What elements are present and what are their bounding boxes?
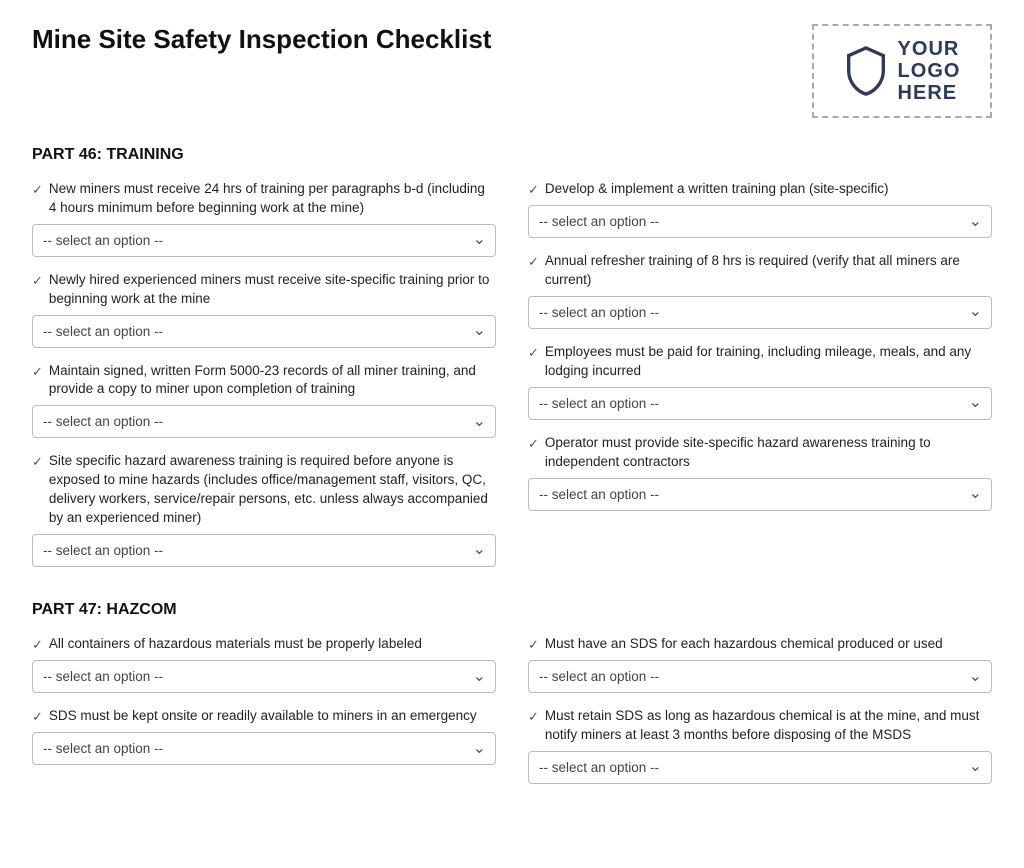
select-wrapper-p47_3: -- select an option --CompliantNon-Compl… [32,732,496,765]
item-label-p47_1: ✓ All containers of hazardous materials m… [32,635,496,654]
section-part47: PART 47: HAZCOM ✓ All containers of hazard… [32,601,992,798]
chevron-icon-p46_2: ✓ [528,181,539,199]
select-wrapper-p46_8: -- select an option --CompliantNon-Compl… [528,478,992,511]
chevron-icon-p47_1: ✓ [32,636,43,654]
select-p46_7[interactable]: -- select an option --CompliantNon-Compl… [32,534,496,567]
label-text-p46_5: Maintain signed, written Form 5000-23 re… [49,362,496,400]
page-title: Mine Site Safety Inspection Checklist [32,24,491,55]
item-label-p47_4: ✓ Must retain SDS as long as hazardous ch… [528,707,992,745]
select-p46_2[interactable]: -- select an option --CompliantNon-Compl… [528,205,992,238]
left-col-part47: ✓ All containers of hazardous materials m… [32,635,496,798]
select-p46_8[interactable]: -- select an option --CompliantNon-Compl… [528,478,992,511]
item-label-p47_3: ✓ SDS must be kept onsite or readily avai… [32,707,496,726]
section-title-part47: PART 47: HAZCOM [32,601,992,619]
chevron-icon-p46_6: ✓ [528,344,539,362]
label-text-p46_2: Develop & implement a written training p… [545,180,992,199]
select-wrapper-p47_2: -- select an option --CompliantNon-Compl… [528,660,992,693]
item-label-p46_5: ✓ Maintain signed, written Form 5000-23 r… [32,362,496,400]
checklist-item-p46_8: ✓ Operator must provide site-specific haz… [528,434,992,511]
checklist-item-p47_1: ✓ All containers of hazardous materials m… [32,635,496,693]
label-text-p46_8: Operator must provide site-specific haza… [545,434,992,472]
item-label-p46_4: ✓ Annual refresher training of 8 hrs is r… [528,252,992,290]
chevron-icon-p47_2: ✓ [528,636,539,654]
item-label-p46_2: ✓ Develop & implement a written training … [528,180,992,199]
chevron-icon-p46_8: ✓ [528,435,539,453]
select-wrapper-p46_6: -- select an option --CompliantNon-Compl… [528,387,992,420]
chevron-icon-p47_4: ✓ [528,708,539,726]
label-text-p47_4: Must retain SDS as long as hazardous che… [545,707,992,745]
item-label-p47_2: ✓ Must have an SDS for each hazardous che… [528,635,992,654]
logo-text: YOURLOGOHERE [898,38,961,104]
logo-placeholder: YOURLOGOHERE [812,24,992,118]
label-text-p46_3: Newly hired experienced miners must rece… [49,271,496,309]
section-part46: PART 46: TRAINING ✓ New miners must receiv… [32,146,992,581]
checklist-item-p46_1: ✓ New miners must receive 24 hrs of train… [32,180,496,257]
select-p46_3[interactable]: -- select an option --CompliantNon-Compl… [32,315,496,348]
select-p46_1[interactable]: -- select an option --CompliantNon-Compl… [32,224,496,257]
checklist-item-p46_4: ✓ Annual refresher training of 8 hrs is r… [528,252,992,329]
checklist-item-p46_3: ✓ Newly hired experienced miners must rec… [32,271,496,348]
item-label-p46_1: ✓ New miners must receive 24 hrs of train… [32,180,496,218]
checklist-item-p46_2: ✓ Develop & implement a written training … [528,180,992,238]
select-wrapper-p46_2: -- select an option --CompliantNon-Compl… [528,205,992,238]
checklist-item-p47_2: ✓ Must have an SDS for each hazardous che… [528,635,992,693]
checklist-item-p47_3: ✓ SDS must be kept onsite or readily avai… [32,707,496,765]
checklist-grid-part46: ✓ New miners must receive 24 hrs of train… [32,180,992,581]
label-text-p46_1: New miners must receive 24 hrs of traini… [49,180,496,218]
select-p47_3[interactable]: -- select an option --CompliantNon-Compl… [32,732,496,765]
page-header: Mine Site Safety Inspection Checklist YO… [32,24,992,118]
select-p47_4[interactable]: -- select an option --CompliantNon-Compl… [528,751,992,784]
select-wrapper-p47_1: -- select an option --CompliantNon-Compl… [32,660,496,693]
select-p47_1[interactable]: -- select an option --CompliantNon-Compl… [32,660,496,693]
item-label-p46_6: ✓ Employees must be paid for training, in… [528,343,992,381]
sections-container: PART 46: TRAINING ✓ New miners must receiv… [32,146,992,798]
label-text-p46_4: Annual refresher training of 8 hrs is re… [545,252,992,290]
right-col-part46: ✓ Develop & implement a written training … [528,180,992,581]
chevron-icon-p46_5: ✓ [32,363,43,381]
checklist-grid-part47: ✓ All containers of hazardous materials m… [32,635,992,798]
chevron-icon-p46_3: ✓ [32,272,43,290]
right-col-part47: ✓ Must have an SDS for each hazardous che… [528,635,992,798]
section-title-part46: PART 46: TRAINING [32,146,992,164]
chevron-icon-p46_1: ✓ [32,181,43,199]
item-label-p46_8: ✓ Operator must provide site-specific haz… [528,434,992,472]
select-wrapper-p46_3: -- select an option --CompliantNon-Compl… [32,315,496,348]
checklist-item-p46_5: ✓ Maintain signed, written Form 5000-23 r… [32,362,496,439]
select-p46_4[interactable]: -- select an option --CompliantNon-Compl… [528,296,992,329]
select-wrapper-p46_5: -- select an option --CompliantNon-Compl… [32,405,496,438]
checklist-item-p46_7: ✓ Site specific hazard awareness training… [32,452,496,567]
chevron-icon-p47_3: ✓ [32,708,43,726]
chevron-icon-p46_7: ✓ [32,453,43,471]
select-wrapper-p47_4: -- select an option --CompliantNon-Compl… [528,751,992,784]
select-p47_2[interactable]: -- select an option --CompliantNon-Compl… [528,660,992,693]
item-label-p46_3: ✓ Newly hired experienced miners must rec… [32,271,496,309]
select-wrapper-p46_7: -- select an option --CompliantNon-Compl… [32,534,496,567]
select-wrapper-p46_1: -- select an option --CompliantNon-Compl… [32,224,496,257]
label-text-p47_2: Must have an SDS for each hazardous chem… [545,635,992,654]
label-text-p46_7: Site specific hazard awareness training … [49,452,496,528]
chevron-icon-p46_4: ✓ [528,253,539,271]
checklist-item-p47_4: ✓ Must retain SDS as long as hazardous ch… [528,707,992,784]
label-text-p46_6: Employees must be paid for training, inc… [545,343,992,381]
checklist-item-p46_6: ✓ Employees must be paid for training, in… [528,343,992,420]
select-p46_5[interactable]: -- select an option --CompliantNon-Compl… [32,405,496,438]
select-wrapper-p46_4: -- select an option --CompliantNon-Compl… [528,296,992,329]
label-text-p47_1: All containers of hazardous materials mu… [49,635,496,654]
shield-icon [844,46,888,96]
select-p46_6[interactable]: -- select an option --CompliantNon-Compl… [528,387,992,420]
label-text-p47_3: SDS must be kept onsite or readily avail… [49,707,496,726]
left-col-part46: ✓ New miners must receive 24 hrs of train… [32,180,496,581]
item-label-p46_7: ✓ Site specific hazard awareness training… [32,452,496,528]
